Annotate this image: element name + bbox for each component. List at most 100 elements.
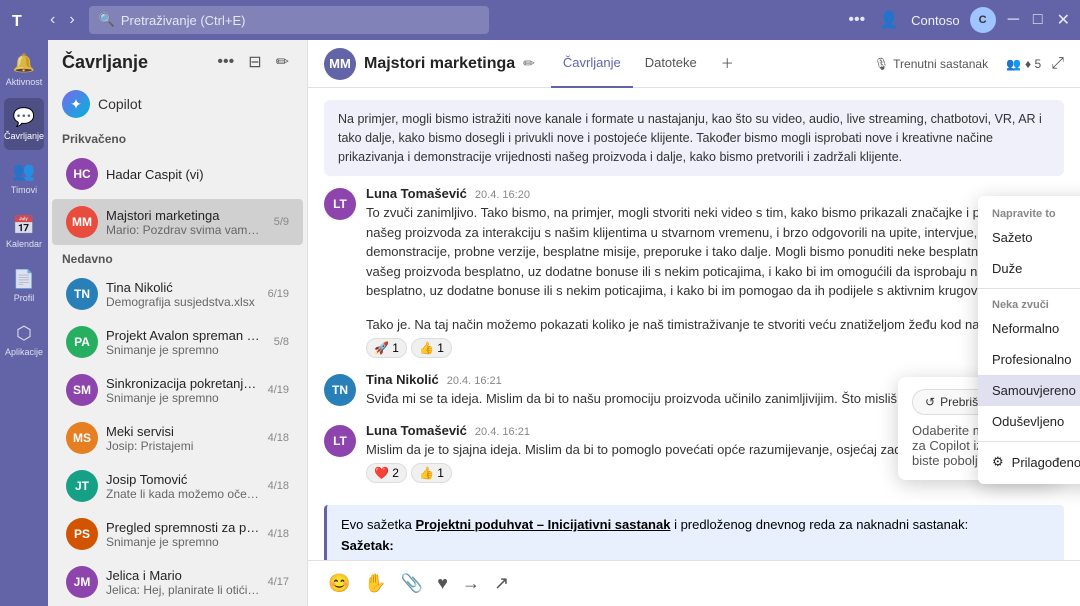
dropdown-item-odusevljeno[interactable]: Oduševljeno [978, 406, 1080, 437]
nav-forward-button[interactable]: › [63, 7, 80, 33]
pinned-section-label: Prikvačeno [48, 126, 307, 150]
participants-count: ♦ 5 [1025, 57, 1041, 71]
apps-label: Aplikacije [5, 347, 43, 357]
files-label: Profil [14, 293, 35, 303]
apps-icon: ⬡ [16, 323, 32, 344]
avatar: LT [324, 188, 356, 220]
dropdown-item-sazeto[interactable]: Sažeto [978, 222, 1080, 253]
avatar: PS [66, 518, 98, 550]
dropdown-item-prilagodeno[interactable]: ⚙ Prilagođeno [978, 446, 1080, 478]
message-body: Luna Tomašević 20.4. 16:20 To zvuči zani… [366, 186, 1064, 301]
tab-datoteke[interactable]: Datoteke [633, 40, 709, 88]
teams-icon: 👥 [13, 161, 35, 182]
meeting-label: Trenutni sastanak [893, 57, 988, 71]
dropdown-divider-2 [978, 441, 1080, 442]
dropdown-item-duze[interactable]: Duže [978, 253, 1080, 284]
chat-name: Majstori marketinga [106, 208, 266, 223]
calendar-label: Kalendar [6, 239, 42, 249]
reactions: 🚀 1 👍 1 [366, 338, 1064, 358]
close-button[interactable]: ✕ [1055, 8, 1072, 32]
files-icon: 📄 [13, 269, 35, 290]
message-body: Tako je. Na taj način možemo pokazati ko… [366, 315, 1064, 359]
meeting-button[interactable]: 🎙 Trenutni sastanak [866, 53, 996, 75]
participants-icon: 👥 [1006, 57, 1021, 71]
sidebar-item-chat[interactable]: 💬 Čavrljanje [4, 98, 44, 150]
reaction-item[interactable]: 👍 1 [411, 463, 452, 483]
sidebar-header-icons: ••• ⊟ ✏ [213, 50, 293, 74]
list-item[interactable]: PS Pregled spremnosti za pokretanje pr..… [52, 511, 303, 557]
nav-buttons: ‹ › [44, 7, 81, 33]
avatar: JT [66, 470, 98, 502]
chat-preview: Snimanje je spremno [106, 391, 260, 405]
activity-icon: 🔔 [13, 53, 35, 74]
chat-preview: Snimanje je spremno [106, 535, 260, 549]
message-text: Tako je. Na taj način možemo pokazati ko… [366, 315, 1064, 335]
like-button[interactable]: ♥ [433, 569, 452, 598]
minimize-button[interactable]: ─ [1006, 9, 1021, 31]
reaction-item[interactable]: 🚀 1 [366, 338, 407, 358]
tab-cavrljanje[interactable]: Čavrljanje [551, 40, 633, 88]
list-item[interactable]: MS Meki servisi Josip: Pristajemi 4/18 [52, 415, 303, 461]
avatar: TN [324, 374, 356, 406]
expand-icon[interactable]: ⤢ [1051, 55, 1064, 73]
dropdown-item-samouvjereno[interactable]: Samouvjereno [978, 375, 1080, 406]
search-bar[interactable]: 🔍 [89, 6, 489, 34]
more-options-button[interactable]: ••• [846, 9, 867, 31]
dropdown-item-neformalno[interactable]: Neformalno [978, 313, 1080, 344]
summary-title-suffix: i predloženog dnevnog reda za naknadni s… [670, 517, 968, 532]
sidebar-item-activity[interactable]: 🔔 Aktivnost [4, 44, 44, 96]
reaction-item[interactable]: ❤️ 2 [366, 463, 407, 483]
reaction-item[interactable]: 👍 1 [411, 338, 452, 358]
sidebar-item-apps[interactable]: ⬡ Aplikacije [4, 314, 44, 366]
avatar: TN [66, 278, 98, 310]
chat-name: Meki servisi [106, 424, 260, 439]
chat-info: Tina Nikolić Demografija susjedstva.xlsx [106, 280, 260, 309]
search-input[interactable] [121, 13, 479, 28]
list-item[interactable]: TN Tina Nikolić Demografija susjedstva.x… [52, 271, 303, 317]
tab-add[interactable]: ＋ [709, 40, 746, 88]
list-item[interactable]: MM Majstori marketinga Mario: Pozdrav sv… [52, 199, 303, 245]
prilagodeno-label: Prilagođeno [1012, 455, 1080, 470]
profile-icon[interactable]: 👤 [877, 8, 901, 32]
attach-button[interactable]: 📎 [397, 569, 427, 598]
sender-name: Luna Tomašević [366, 423, 467, 438]
edit-icon[interactable]: ✏ [523, 55, 535, 72]
list-item[interactable]: PA Projekt Avalon spreman za lansiranje … [52, 319, 303, 365]
emoji-button[interactable]: 😊 [324, 569, 354, 598]
list-item[interactable]: JM Jelica i Mario Jelica: Hej, planirate… [52, 559, 303, 605]
gif-button[interactable]: ✋ [360, 569, 390, 598]
chat-name: Tina Nikolić [106, 280, 260, 295]
summary-block: Evo sažetka Projektni poduhvat – Inicija… [324, 505, 1064, 560]
sender-name: Tina Nikolić [366, 372, 439, 387]
messages-area: Na primjer, mogli bismo istražiti nove k… [308, 88, 1080, 560]
sidebar-more-button[interactable]: ••• [213, 50, 238, 74]
header-tabs: Čavrljanje Datoteke ＋ [551, 40, 746, 88]
list-item[interactable]: HC Hadar Caspit (vi) [52, 151, 303, 197]
message-time: 20.4. 16:20 [475, 189, 530, 201]
chat-info: Sinkronizacija pokretanja Mark 8 Snimanj… [106, 376, 260, 405]
message-group: LT Tako je. Na taj način možemo pokazati… [324, 315, 1064, 359]
dropdown-section-napravite: Napravite to [978, 202, 1080, 222]
nav-back-button[interactable]: ‹ [44, 7, 61, 33]
list-item[interactable]: SM Sinkronizacija pokretanja Mark 8 Snim… [52, 367, 303, 413]
sidebar-filter-button[interactable]: ⊟ [244, 50, 265, 74]
dropdown-divider [978, 288, 1080, 289]
dropdown-menu: Napravite to Sažeto Duže Neka zvuči Nefo… [978, 196, 1080, 484]
dropdown-item-profesionalno[interactable]: Profesionalno [978, 344, 1080, 375]
maximize-button[interactable]: □ [1031, 9, 1045, 31]
chat-date: 6/19 [268, 288, 289, 300]
recent-section-label: Nedavno [48, 246, 307, 270]
format-button[interactable]: → [458, 569, 484, 598]
chat-preview: Snimanje je spremno [106, 343, 266, 357]
sidebar-item-calendar[interactable]: 📅 Kalendar [4, 206, 44, 258]
user-avatar[interactable]: C [970, 7, 996, 33]
sidebar: Čavrljanje ••• ⊟ ✏ ✦ Copilot Prikvačeno … [48, 40, 308, 606]
sidebar-item-files[interactable]: 📄 Profil [4, 260, 44, 312]
teams-label: Timovi [11, 185, 37, 195]
sidebar-item-teams[interactable]: 👥 Timovi [4, 152, 44, 204]
list-item[interactable]: JT Josip Tomović Znate li kada možemo oč… [52, 463, 303, 509]
sidebar-compose-button[interactable]: ✏ [272, 50, 293, 74]
chat-date: 4/17 [268, 576, 289, 588]
send-button[interactable]: ↗ [490, 569, 513, 598]
copilot-section[interactable]: ✦ Copilot [48, 84, 307, 126]
